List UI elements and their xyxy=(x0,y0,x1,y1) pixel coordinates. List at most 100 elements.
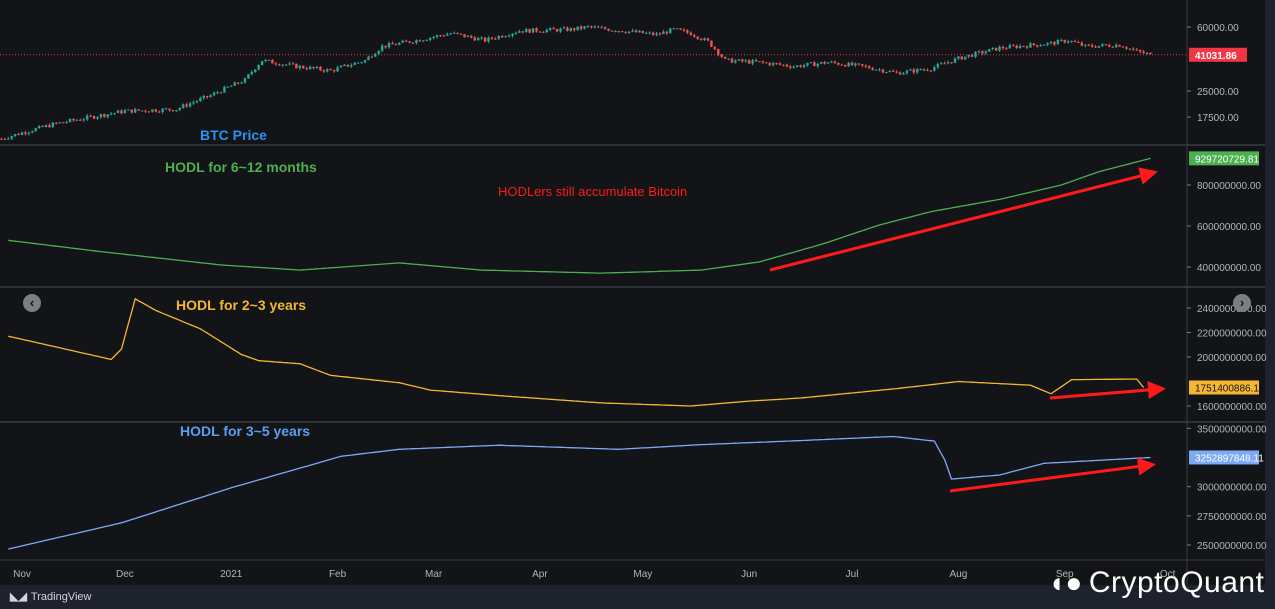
candle xyxy=(614,30,617,32)
candle xyxy=(89,115,92,117)
candle xyxy=(123,110,127,114)
candle xyxy=(799,65,802,68)
candle xyxy=(233,82,236,86)
candle xyxy=(394,44,398,46)
candle xyxy=(569,28,572,32)
candle xyxy=(113,112,116,114)
y-tick-label: 1600000000.00 xyxy=(1197,402,1267,413)
candle xyxy=(182,104,185,108)
candle xyxy=(744,60,747,62)
candle xyxy=(226,86,229,88)
candle xyxy=(501,35,504,38)
candle xyxy=(103,114,106,117)
candle xyxy=(943,63,946,65)
candle xyxy=(446,34,449,36)
candle xyxy=(284,64,288,66)
candle xyxy=(864,65,867,67)
candle xyxy=(627,31,631,33)
candle xyxy=(850,62,854,66)
candle xyxy=(655,33,658,35)
candle xyxy=(679,28,682,30)
candle xyxy=(912,69,915,73)
candle xyxy=(699,38,703,40)
candle xyxy=(861,64,864,66)
candle xyxy=(315,66,319,69)
candle xyxy=(953,58,957,63)
candle xyxy=(470,35,473,38)
scroll-right-button[interactable]: › xyxy=(1233,294,1251,312)
x-tick-label: 2021 xyxy=(220,569,243,580)
candle xyxy=(991,47,994,49)
candle xyxy=(813,62,816,67)
candle xyxy=(151,109,154,112)
chart-canvas: 60000.00 25000.00 17500.00 41031.86 80000000… xyxy=(0,0,1275,585)
candle xyxy=(209,95,212,98)
candle xyxy=(168,108,171,111)
candle xyxy=(398,42,401,45)
candle xyxy=(717,49,720,55)
candle xyxy=(552,28,555,30)
candle xyxy=(751,60,754,64)
candle xyxy=(806,62,809,66)
candle xyxy=(840,64,843,66)
candle xyxy=(675,28,679,30)
candle xyxy=(13,134,17,137)
candle xyxy=(1070,40,1073,42)
candle xyxy=(1121,46,1125,48)
candle xyxy=(31,131,34,133)
candle xyxy=(1128,48,1132,50)
x-tick-label: Aug xyxy=(949,569,967,580)
candle xyxy=(504,36,507,38)
candle xyxy=(490,37,494,39)
candle xyxy=(747,60,751,64)
candle xyxy=(706,38,710,41)
candle xyxy=(710,40,713,47)
candle xyxy=(555,29,559,32)
candle xyxy=(878,69,881,71)
candle xyxy=(576,26,579,31)
candle xyxy=(514,32,518,34)
candle xyxy=(192,102,195,104)
tradingview-logo[interactable]: ◣◢ TradingView xyxy=(10,590,91,604)
scroll-left-button[interactable]: ‹ xyxy=(23,294,41,312)
candle xyxy=(154,109,157,112)
candle xyxy=(247,74,250,79)
candle xyxy=(411,42,415,44)
candle xyxy=(10,136,13,139)
candle xyxy=(384,45,387,48)
candle xyxy=(686,30,689,33)
candle xyxy=(1056,40,1060,45)
candle xyxy=(771,63,775,66)
candle xyxy=(1084,44,1087,46)
candle xyxy=(188,103,192,107)
y-tick-label: 400000000.00 xyxy=(1197,263,1261,274)
candle xyxy=(727,58,730,60)
candle xyxy=(387,43,391,48)
y-tick-label: 3500000000.00 xyxy=(1197,424,1267,435)
candle xyxy=(819,62,823,64)
candle xyxy=(291,63,295,65)
candle xyxy=(988,48,991,52)
candle xyxy=(329,69,332,71)
candle xyxy=(720,54,723,57)
candle xyxy=(96,117,99,119)
candle xyxy=(257,65,260,70)
candle xyxy=(521,31,524,33)
candle xyxy=(3,138,7,140)
candle xyxy=(353,62,356,66)
candle xyxy=(977,51,981,53)
candle xyxy=(816,63,819,67)
candle xyxy=(662,31,665,35)
candle xyxy=(518,31,521,33)
candle xyxy=(343,64,346,66)
candle xyxy=(1149,53,1152,55)
y-tick-label: 800000000.00 xyxy=(1197,181,1261,192)
candle xyxy=(41,125,44,127)
candle xyxy=(597,26,600,28)
candle xyxy=(531,28,535,33)
candle xyxy=(178,107,181,111)
candle xyxy=(109,113,113,115)
candle xyxy=(809,62,813,64)
candle xyxy=(994,47,998,51)
candle xyxy=(658,33,662,35)
